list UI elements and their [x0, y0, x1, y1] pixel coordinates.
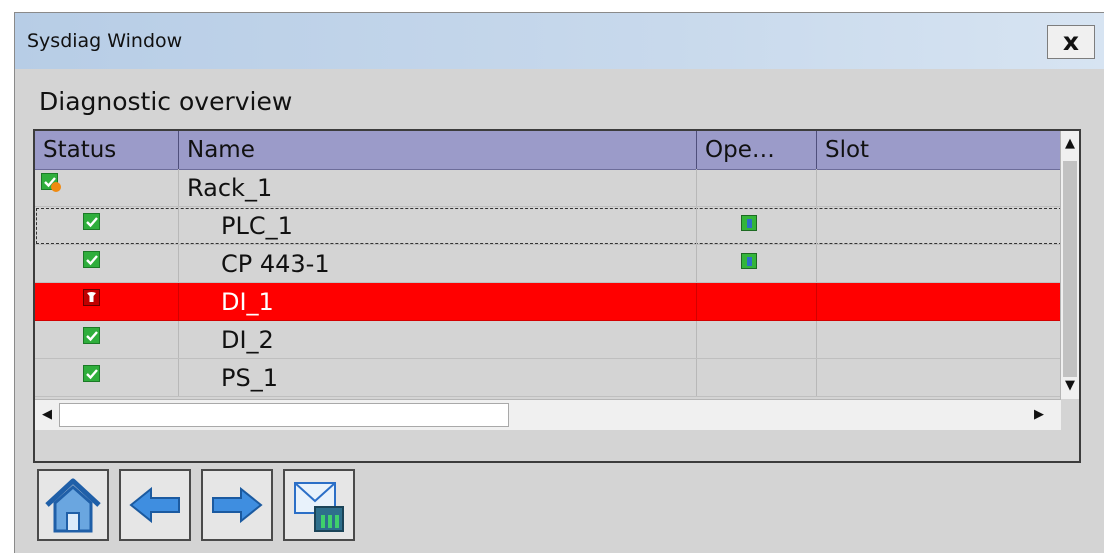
status-cell: [35, 321, 179, 358]
operating-cell: [697, 207, 817, 244]
table-row[interactable]: PLC_1: [35, 207, 1063, 245]
forward-button[interactable]: [201, 469, 273, 541]
horizontal-scrollbar[interactable]: ◀ ▶: [35, 399, 1061, 430]
operating-cell: [697, 321, 817, 358]
status-cell: [35, 207, 179, 244]
status-cell: [35, 283, 179, 320]
name-cell: DI_1: [179, 283, 697, 320]
slot-cell: [817, 359, 1063, 396]
row-name: DI_1: [221, 288, 274, 316]
arrow-left-icon: [129, 486, 180, 524]
name-cell: DI_2: [179, 321, 697, 358]
column-header-status[interactable]: Status: [35, 131, 179, 169]
vertical-scroll-thumb[interactable]: [1063, 161, 1077, 377]
operating-cell: [697, 359, 817, 396]
name-cell: PS_1: [179, 359, 697, 396]
scroll-up-icon[interactable]: ▲: [1061, 131, 1079, 157]
back-button[interactable]: [119, 469, 191, 541]
column-header-name[interactable]: Name: [179, 131, 697, 169]
diagnostic-buffer-icon: [294, 482, 344, 532]
run-icon: [741, 253, 757, 269]
status-cell: [35, 359, 179, 396]
horizontal-scroll-thumb[interactable]: [59, 403, 509, 427]
home-button[interactable]: [37, 469, 109, 541]
diagnostic-table: Status Name Ope… Slot Rack_1 PLC_1 CP 44…: [33, 129, 1081, 463]
diagnostic-buffer-button[interactable]: [283, 469, 355, 541]
slot-cell: [817, 283, 1063, 320]
table-row[interactable]: DI_2: [35, 321, 1063, 359]
table-row[interactable]: CP 443-1: [35, 245, 1063, 283]
row-name: DI_2: [221, 326, 274, 354]
home-icon: [45, 478, 101, 533]
name-cell: CP 443-1: [179, 245, 697, 282]
title-bar[interactable]: Sysdiag Window x: [15, 13, 1104, 69]
arrow-right-icon: [212, 486, 263, 524]
sysdiag-window: Sysdiag Window x Diagnostic overview Sta…: [14, 12, 1104, 553]
run-icon: [741, 215, 757, 231]
ok-check-icon: [83, 365, 100, 382]
ok-check-icon: [83, 251, 100, 268]
slot-cell: [817, 169, 1063, 206]
row-name: CP 443-1: [221, 250, 330, 278]
slot-cell: [817, 245, 1063, 282]
close-button[interactable]: x: [1047, 25, 1095, 59]
ok-check-icon: [83, 213, 100, 230]
ok-warning-icon: [41, 173, 61, 192]
table-row[interactable]: Rack_1: [35, 169, 1063, 207]
row-name: Rack_1: [187, 174, 273, 202]
scroll-left-icon[interactable]: ◀: [35, 400, 59, 430]
column-header-slot[interactable]: Slot: [817, 131, 1063, 169]
table-row[interactable]: DI_1: [35, 283, 1063, 321]
status-cell: [35, 245, 179, 282]
scroll-right-icon[interactable]: ▶: [1027, 400, 1051, 430]
column-header-operating-mode[interactable]: Ope…: [697, 131, 817, 169]
table-row[interactable]: PS_1: [35, 359, 1063, 397]
window-title: Sysdiag Window: [27, 30, 183, 52]
operating-cell: [697, 283, 817, 320]
slot-cell: [817, 207, 1063, 244]
page-title: Diagnostic overview: [39, 87, 293, 116]
slot-cell: [817, 321, 1063, 358]
ok-check-icon: [83, 327, 100, 344]
name-cell: PLC_1: [179, 207, 697, 244]
row-name: PLC_1: [221, 212, 293, 240]
vertical-scrollbar[interactable]: ▲ ▼: [1060, 131, 1079, 399]
scroll-down-icon[interactable]: ▼: [1061, 373, 1079, 399]
operating-cell: [697, 245, 817, 282]
operating-cell: [697, 169, 817, 206]
table-header: Status Name Ope… Slot: [35, 131, 1063, 170]
status-cell: [35, 169, 179, 206]
name-cell: Rack_1: [179, 169, 697, 206]
fault-wrench-icon: [83, 289, 100, 306]
row-name: PS_1: [221, 364, 278, 392]
